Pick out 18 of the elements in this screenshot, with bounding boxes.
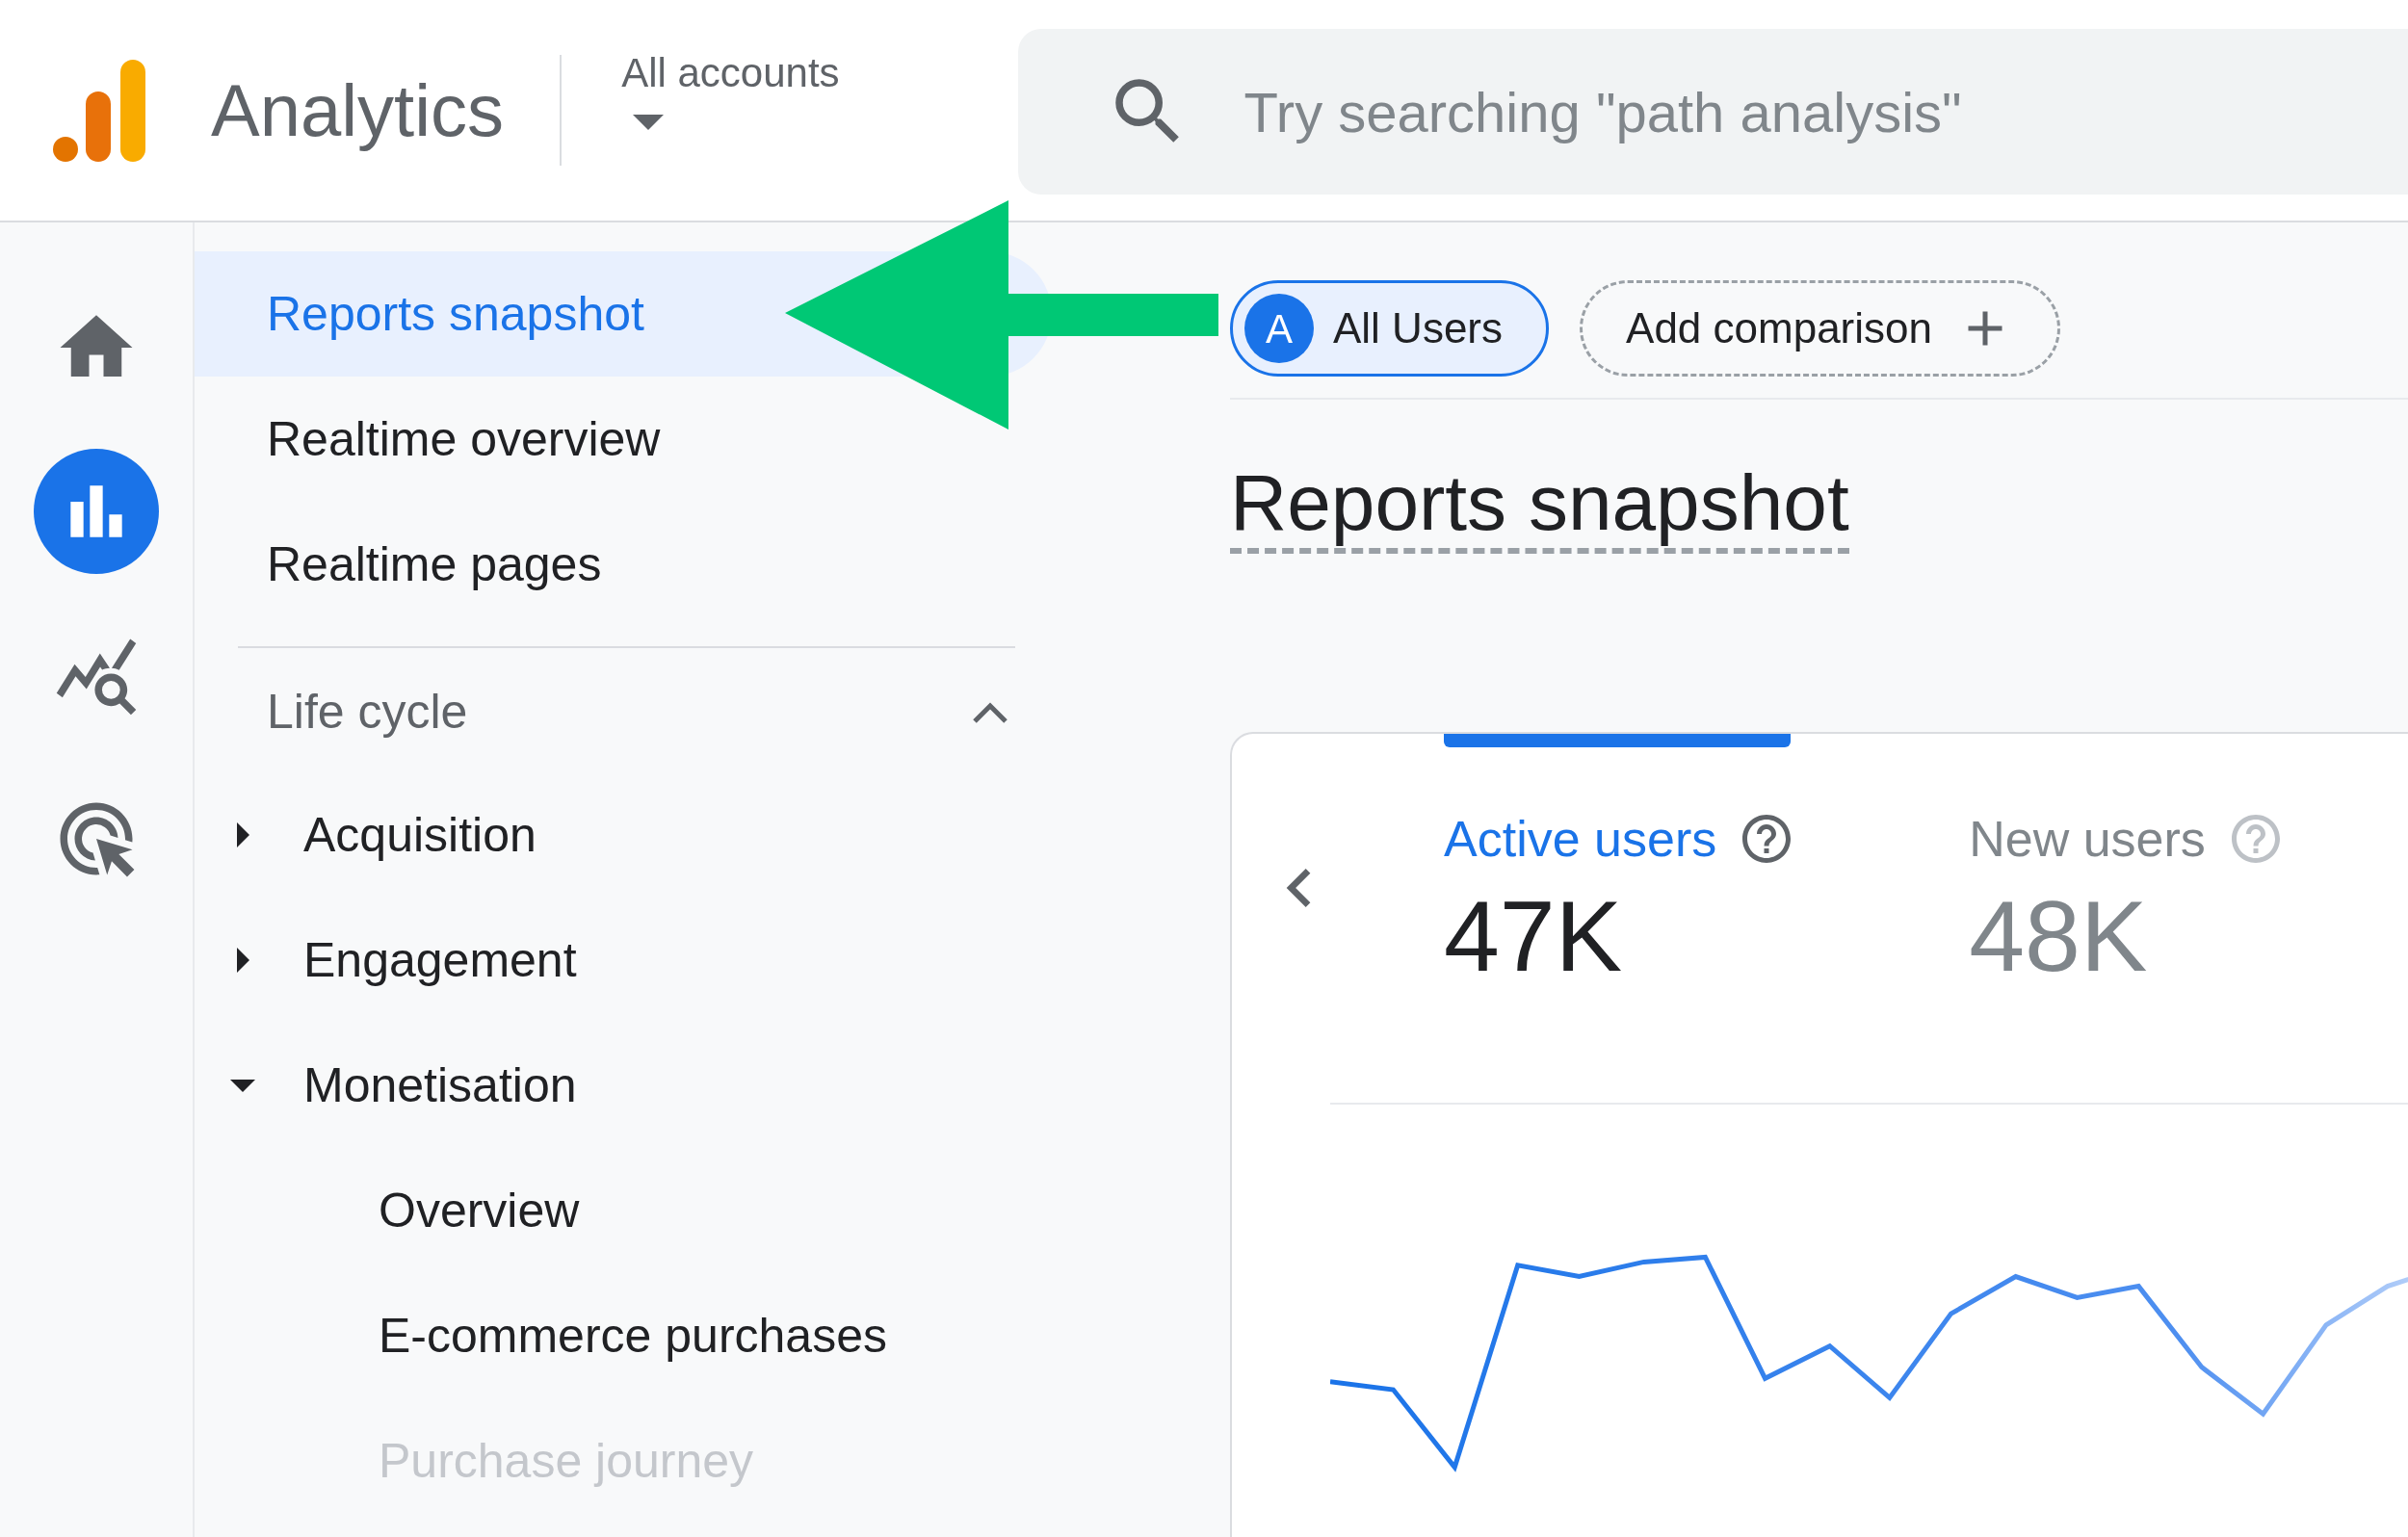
nav-group[interactable]: Monetisation: [195, 1023, 1052, 1148]
nav-subitem[interactable]: Overview: [195, 1148, 1052, 1273]
nav-item[interactable]: Realtime pages: [195, 502, 1052, 627]
account-picker[interactable]: All accounts: [621, 53, 840, 130]
dropdown-caret-icon: [633, 115, 665, 130]
nav-group[interactable]: Engagement: [195, 898, 1052, 1023]
add-comparison-button[interactable]: Add comparison: [1580, 280, 2060, 377]
segment-chip[interactable]: A All Users: [1230, 280, 1550, 377]
nav-group[interactable]: Acquisition: [195, 772, 1052, 898]
nav-item[interactable]: Realtime overview: [195, 377, 1052, 502]
product-name: Analytics: [211, 67, 505, 153]
metric-tab[interactable]: Active users 47K: [1444, 734, 1796, 998]
nav-subitem[interactable]: E-commerce purchases: [195, 1273, 1052, 1398]
segment-badge: A: [1244, 294, 1314, 363]
metric-tab[interactable]: New users 48K: [1969, 734, 2285, 998]
section-header[interactable]: Life cycle: [195, 652, 1052, 772]
page-title: Reports snapshot: [1230, 457, 1849, 555]
search-field[interactable]: Try searching "path analysis": [1017, 29, 2408, 195]
